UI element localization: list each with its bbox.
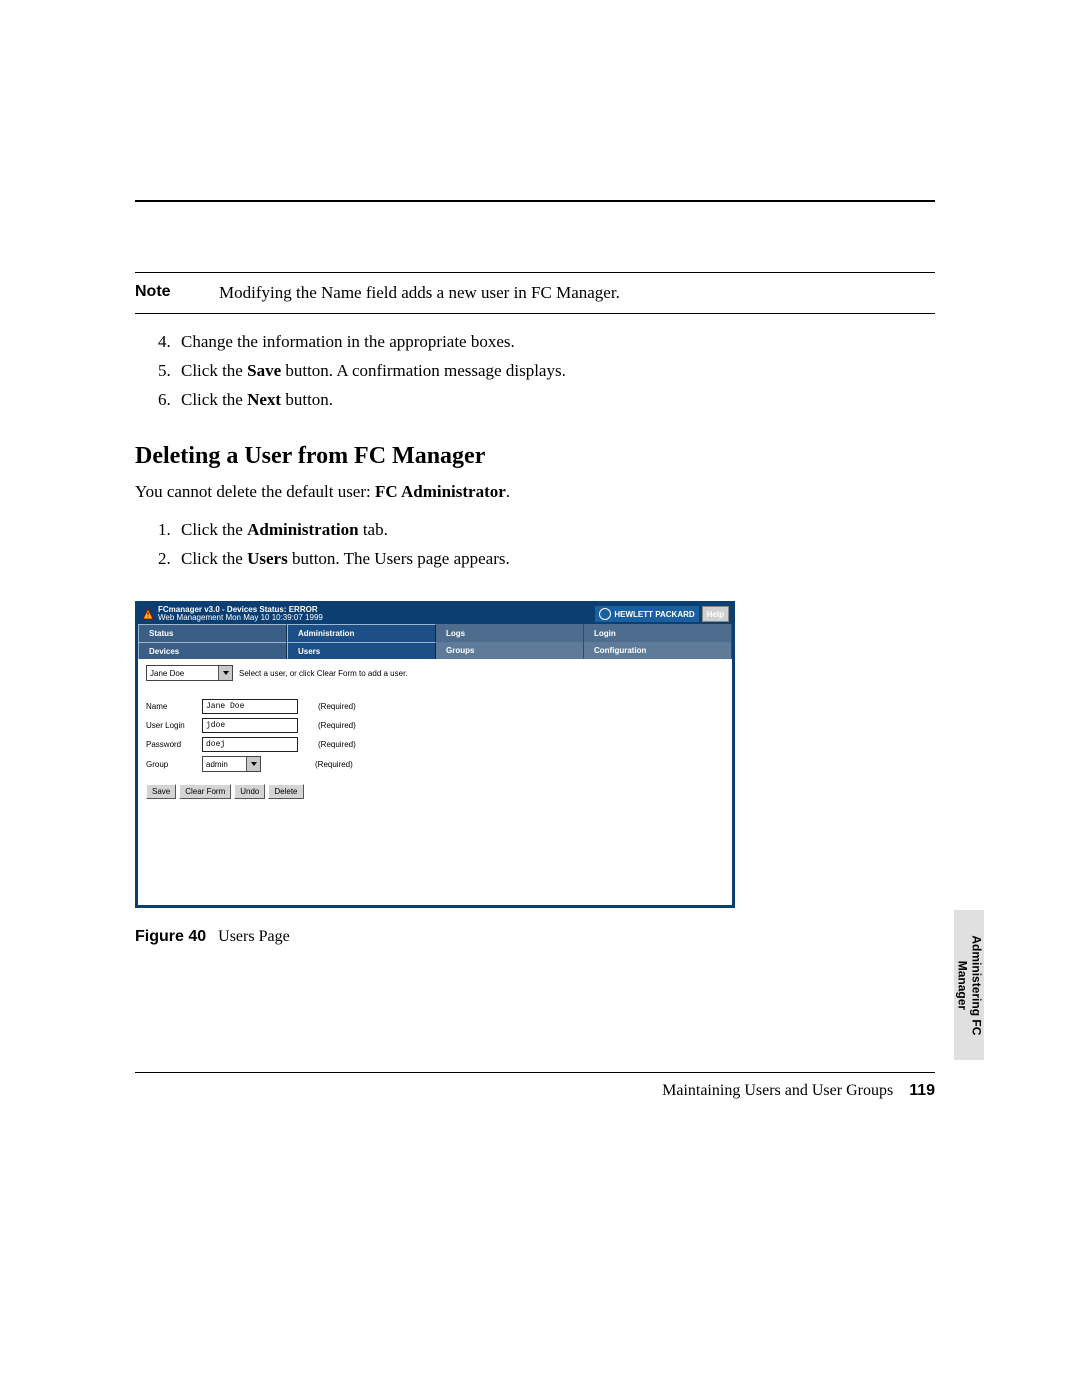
tab-users[interactable]: Users: [287, 642, 436, 659]
steps-delete: Click the Administration tab. Click the …: [135, 516, 935, 574]
help-button[interactable]: Help: [702, 606, 729, 622]
titlebar: FCmanager v3.0 - Devices Status: ERROR W…: [138, 604, 732, 624]
figure-caption: Figure 40 Users Page: [135, 928, 935, 946]
hp-logo: HEWLETT PACKARD: [595, 606, 698, 622]
section-heading: Deleting a User from FC Manager: [135, 443, 935, 470]
step-5: Click the Save button. A confirmation me…: [175, 357, 935, 386]
tab-login[interactable]: Login: [584, 624, 732, 642]
chevron-down-icon: [246, 757, 260, 771]
title-line2: Web Management Mon May 10 10:39:07 1999: [158, 614, 595, 622]
login-field[interactable]: jdoe: [202, 718, 298, 733]
intro-text: You cannot delete the default user: FC A…: [135, 482, 935, 502]
password-field[interactable]: doej: [202, 737, 298, 752]
note-label: Note: [135, 283, 215, 301]
users-page-screenshot: FCmanager v3.0 - Devices Status: ERROR W…: [135, 601, 735, 908]
group-label: Group: [146, 760, 202, 769]
save-button[interactable]: Save: [146, 784, 176, 799]
step-b2: Click the Users button. The Users page a…: [175, 545, 935, 574]
clear-form-button[interactable]: Clear Form: [179, 784, 231, 799]
footer-rule: [135, 1072, 935, 1073]
name-field[interactable]: Jane Doe: [202, 699, 298, 714]
group-select[interactable]: admin: [202, 756, 261, 772]
undo-button[interactable]: Undo: [234, 784, 265, 799]
tab-logs[interactable]: Logs: [436, 624, 584, 642]
tab-administration[interactable]: Administration: [287, 624, 436, 642]
password-required: (Required): [318, 740, 356, 749]
chapter-side-tab: Administering FCManager: [954, 910, 984, 1060]
login-required: (Required): [318, 721, 356, 730]
primary-tabs: Status Administration Logs Login: [138, 624, 732, 642]
tab-groups[interactable]: Groups: [436, 642, 584, 659]
name-label: Name: [146, 702, 202, 711]
select-hint: Select a user, or click Clear Form to ad…: [239, 669, 408, 678]
tab-devices[interactable]: Devices: [138, 642, 287, 659]
note-text: Modifying the Name field adds a new user…: [219, 283, 620, 302]
delete-button[interactable]: Delete: [268, 784, 303, 799]
warning-icon: [142, 608, 154, 620]
password-label: Password: [146, 740, 202, 749]
group-required: (Required): [315, 760, 353, 769]
tab-configuration[interactable]: Configuration: [584, 642, 732, 659]
page-footer: Maintaining Users and User Groups119: [662, 1082, 935, 1100]
note-block: Note Modifying the Name field adds a new…: [135, 272, 935, 314]
step-6: Click the Next button.: [175, 386, 935, 415]
steps-continued: Change the information in the appropriat…: [135, 328, 935, 415]
top-rule: [135, 200, 935, 202]
secondary-tabs: Devices Users Groups Configuration: [138, 642, 732, 659]
name-required: (Required): [318, 702, 356, 711]
chevron-down-icon: [218, 666, 232, 680]
step-4: Change the information in the appropriat…: [175, 328, 935, 357]
login-label: User Login: [146, 721, 202, 730]
user-select[interactable]: Jane Doe: [146, 665, 233, 681]
tab-status[interactable]: Status: [138, 624, 287, 642]
step-b1: Click the Administration tab.: [175, 516, 935, 545]
